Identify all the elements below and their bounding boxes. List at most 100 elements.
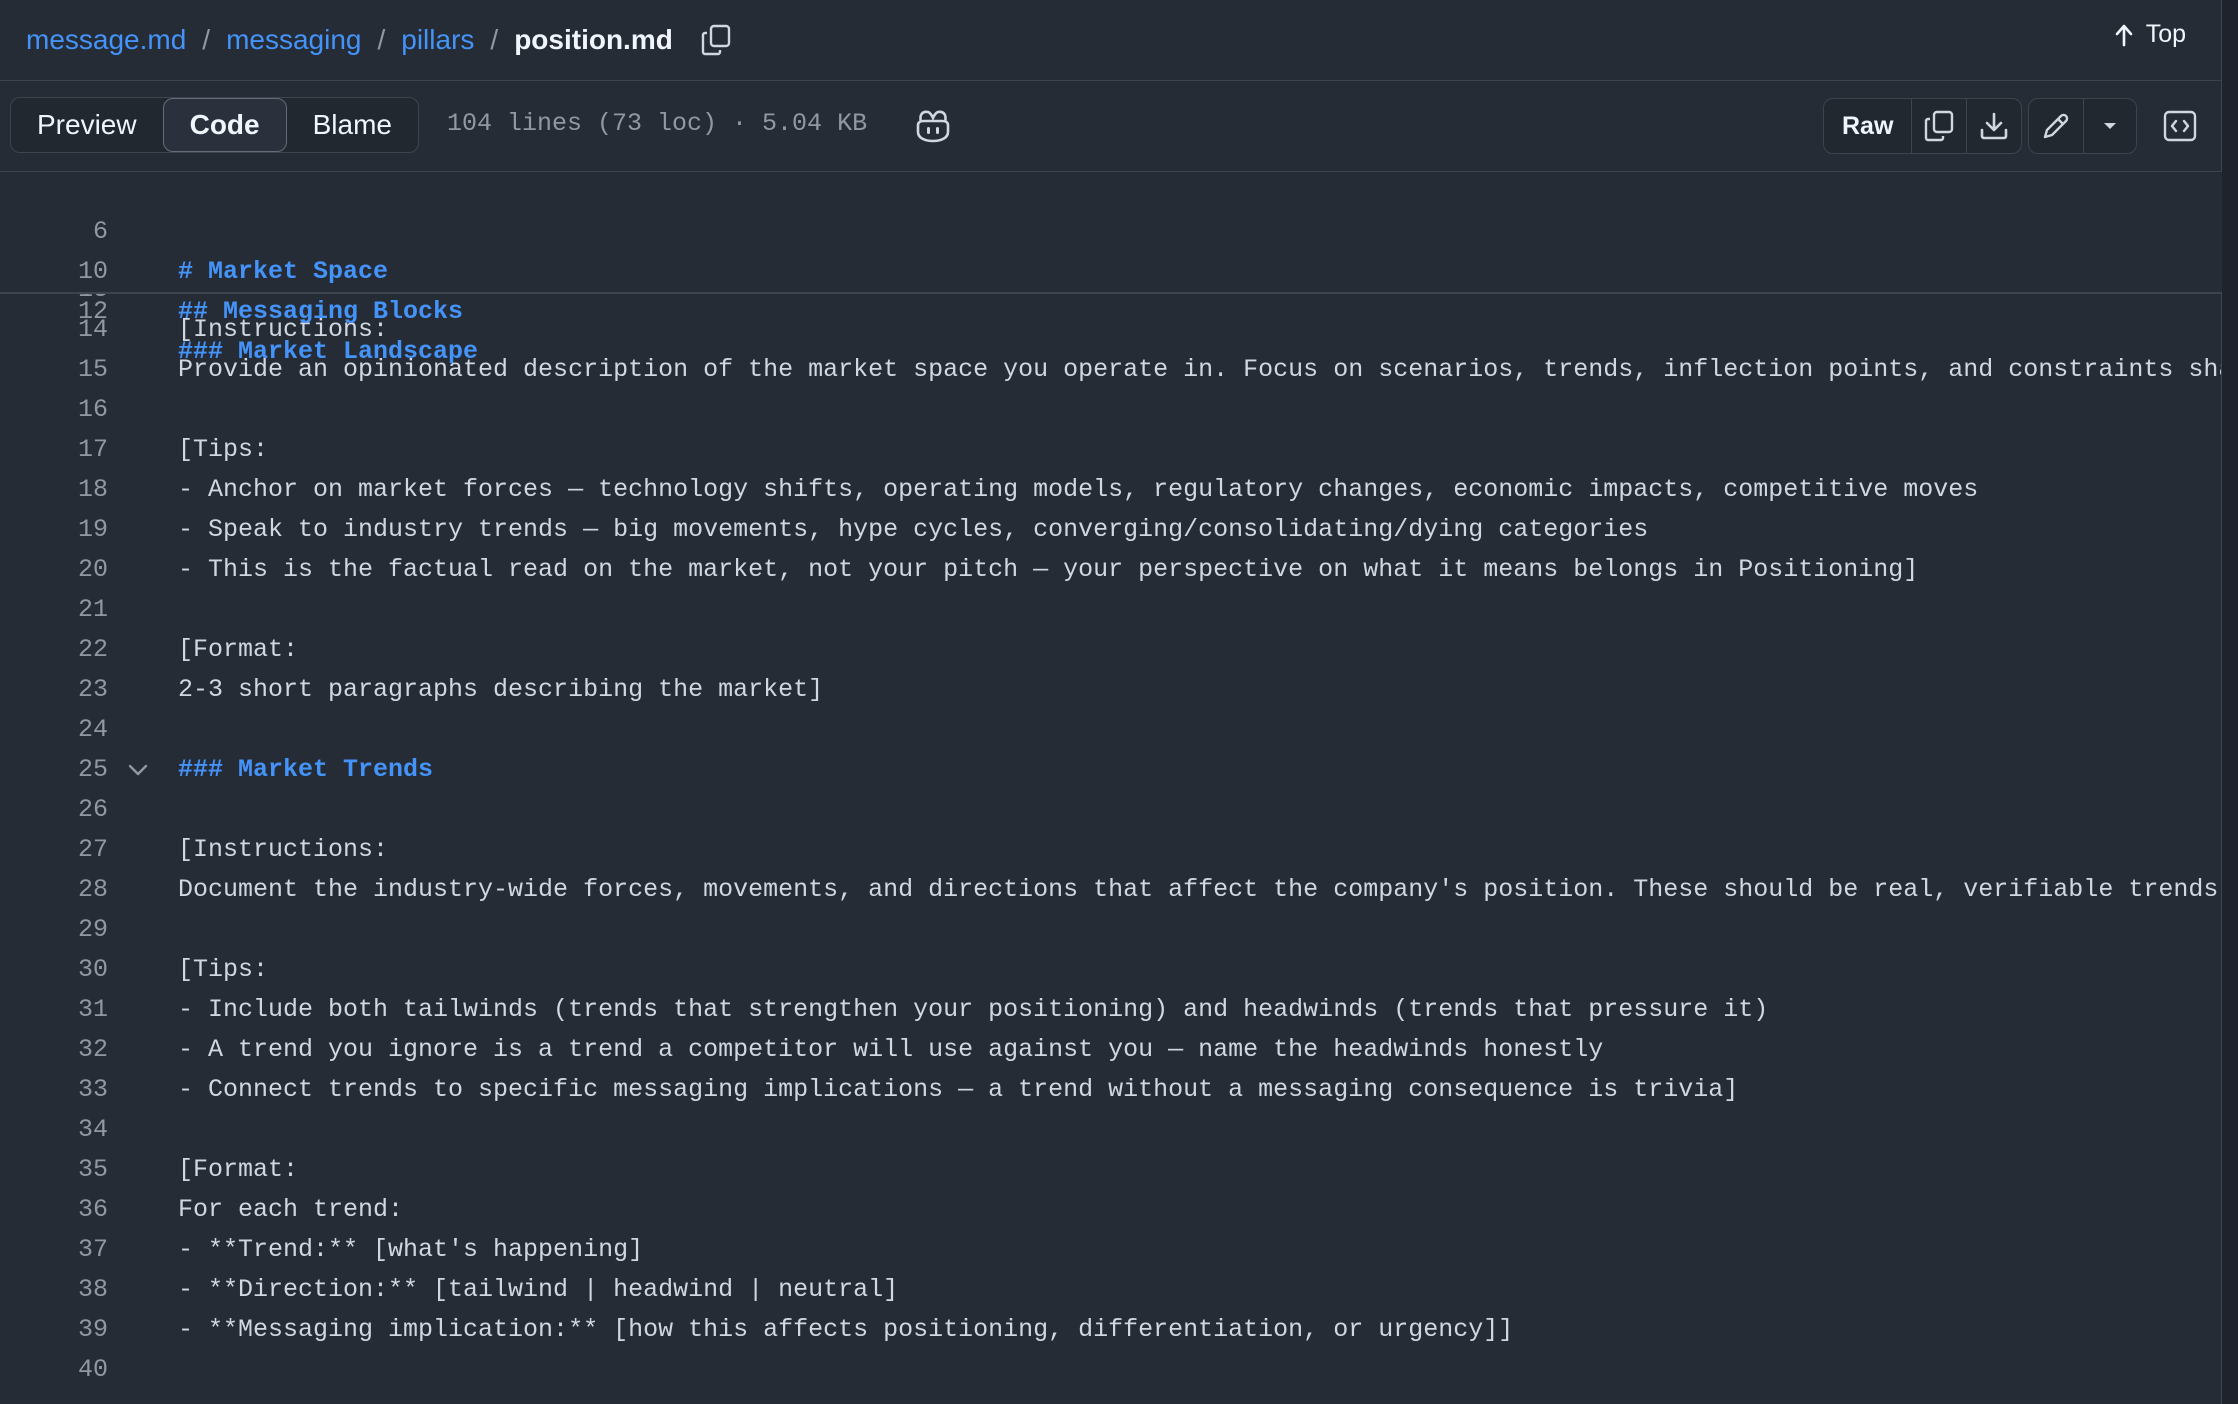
code-line[interactable]: 28 Document the industry-wide forces, mov… — [0, 870, 2222, 910]
line-text: ## Messaging Blocks — [178, 297, 464, 326]
tab-preview[interactable]: Preview — [11, 98, 163, 152]
pencil-icon — [2043, 113, 2069, 139]
back-to-top-link[interactable]: Top — [2114, 20, 2186, 49]
line-number[interactable]: 33 — [50, 1070, 108, 1110]
breadcrumb-link-messaging[interactable]: messaging — [226, 24, 361, 56]
tab-blame[interactable]: Blame — [287, 98, 418, 152]
scrollbar[interactable] — [2221, 0, 2238, 1404]
code-line[interactable]: 25 ### Market Trends — [0, 750, 2222, 790]
code-line[interactable]: 35 [Format: — [0, 1150, 2222, 1190]
sticky-line[interactable]: 10 ## Messaging Blocks — [0, 212, 2222, 326]
line-text: - Include both tailwinds (trends that st… — [178, 995, 1769, 1024]
breadcrumb-separator: / — [377, 24, 386, 55]
line-number[interactable]: 21 — [50, 590, 108, 630]
code-line[interactable]: 33 - Connect trends to specific messaging… — [0, 1070, 2222, 1110]
line-text: - This is the factual read on the market… — [178, 555, 1919, 584]
line-number[interactable]: 35 — [50, 1150, 108, 1190]
line-number[interactable]: 17 — [50, 430, 108, 470]
raw-button[interactable]: Raw — [1824, 99, 1913, 153]
line-text: [Format: — [178, 635, 299, 664]
symbols-panel-icon[interactable] — [2163, 110, 2197, 142]
line-text: - Connect trends to specific messaging i… — [178, 1075, 1739, 1104]
line-number[interactable]: 12 — [50, 292, 108, 332]
line-text: For each trend: — [178, 1195, 404, 1224]
line-text: - Speak to industry trends — big movemen… — [178, 515, 1649, 544]
breadcrumb-current-file: position.md — [514, 24, 673, 55]
code-line[interactable]: 18 - Anchor on market forces — technology… — [0, 470, 2222, 510]
fold-chevron-down-icon[interactable] — [126, 760, 150, 780]
code-line[interactable]: 27 [Instructions: — [0, 830, 2222, 870]
line-text: 2-3 short paragraphs describing the mark… — [178, 675, 824, 704]
download-button[interactable] — [1967, 99, 2021, 153]
line-number[interactable]: 23 — [50, 670, 108, 710]
line-number[interactable]: 40 — [50, 1350, 108, 1390]
file-toolbar: Preview Code Blame 104 lines (73 loc) · … — [0, 81, 2222, 172]
copy-raw-button[interactable] — [1912, 99, 1968, 153]
line-text: - Anchor on market forces — technology s… — [178, 475, 1979, 504]
line-number[interactable]: 28 — [50, 870, 108, 910]
code-line[interactable]: 39 - **Messaging implication:** [how this… — [0, 1310, 2222, 1350]
line-number[interactable]: 26 — [50, 790, 108, 830]
code-line[interactable]: 23 2-3 short paragraphs describing the ma… — [0, 670, 2222, 710]
line-number[interactable]: 27 — [50, 830, 108, 870]
line-number[interactable]: 31 — [50, 990, 108, 1030]
line-number[interactable]: 38 — [50, 1270, 108, 1310]
file-info: 104 lines (73 loc) · 5.04 KB — [447, 109, 868, 138]
code-line[interactable]: 26 — [0, 790, 2222, 830]
line-number[interactable]: 18 — [50, 470, 108, 510]
tab-code[interactable]: Code — [162, 98, 287, 152]
line-text: - **Direction:** [tailwind | headwind | … — [178, 1275, 899, 1304]
line-text: [Tips: — [178, 435, 269, 464]
breadcrumb: message.md / messaging / pillars / posit… — [26, 24, 731, 56]
line-number[interactable]: 25 — [50, 750, 108, 790]
sticky-line[interactable]: 12 ### Market Landscape — [0, 252, 2222, 366]
line-text: ### Market Trends — [178, 755, 434, 784]
line-number[interactable]: 22 — [50, 630, 108, 670]
breadcrumb-link-pillars[interactable]: pillars — [401, 24, 474, 56]
code-line[interactable]: 20 - This is the factual read on the mark… — [0, 550, 2222, 590]
view-mode-segmented-control: Preview Code Blame — [10, 97, 419, 153]
line-text: - A trend you ignore is a trend a compet… — [178, 1035, 1604, 1064]
line-number[interactable]: 24 — [50, 710, 108, 750]
line-text: Document the industry-wide forces, movem… — [178, 875, 2222, 904]
copilot-icon[interactable] — [913, 108, 953, 144]
code-line[interactable]: 34 — [0, 1110, 2222, 1150]
line-number[interactable]: 32 — [50, 1030, 108, 1070]
code-line[interactable]: 21 — [0, 590, 2222, 630]
line-number[interactable]: 16 — [50, 390, 108, 430]
code-line[interactable]: 32 - A trend you ignore is a trend a comp… — [0, 1030, 2222, 1070]
code-line[interactable]: 36 For each trend: — [0, 1190, 2222, 1230]
line-number[interactable]: 36 — [50, 1190, 108, 1230]
code-line[interactable]: 24 — [0, 710, 2222, 750]
code-line[interactable]: 40 — [0, 1350, 2222, 1390]
breadcrumb-link-root[interactable]: message.md — [26, 24, 186, 56]
code-line[interactable]: 37 - **Trend:** [what's happening] — [0, 1230, 2222, 1270]
breadcrumb-separator: / — [490, 24, 499, 55]
code-line[interactable]: 22 [Format: — [0, 630, 2222, 670]
code-line[interactable]: 38 - **Direction:** [tailwind | headwind … — [0, 1270, 2222, 1310]
arrow-up-icon — [2115, 24, 2132, 46]
top-label: Top — [2145, 20, 2186, 48]
line-number[interactable]: 39 — [50, 1310, 108, 1350]
edit-file-button[interactable] — [2029, 99, 2084, 153]
raw-actions-group: Raw — [1823, 98, 2023, 154]
line-number[interactable]: 37 — [50, 1230, 108, 1270]
edit-options-dropdown[interactable] — [2084, 99, 2136, 153]
line-number[interactable]: 19 — [50, 510, 108, 550]
code-line[interactable]: 16 — [0, 390, 2222, 430]
code-line[interactable]: 19 - Speak to industry trends — big movem… — [0, 510, 2222, 550]
line-number[interactable]: 34 — [50, 1110, 108, 1150]
code-line[interactable]: 31 - Include both tailwinds (trends that … — [0, 990, 2222, 1030]
triangle-down-icon — [2104, 123, 2116, 129]
line-text: - **Trend:** [what's happening] — [178, 1235, 644, 1264]
line-number[interactable]: 29 — [50, 910, 108, 950]
line-number[interactable]: 20 — [50, 550, 108, 590]
line-number[interactable]: 30 — [50, 950, 108, 990]
line-text: [Format: — [178, 1155, 299, 1184]
code-line[interactable]: 30 [Tips: — [0, 950, 2222, 990]
sticky-line[interactable]: 6 # Market Space — [0, 172, 2222, 286]
code-view: 1314[Instructions:15Provide an opinionat… — [0, 292, 2222, 1404]
code-line[interactable]: 29 — [0, 910, 2222, 950]
copy-path-icon[interactable] — [701, 24, 731, 56]
code-line[interactable]: 17 [Tips: — [0, 430, 2222, 470]
